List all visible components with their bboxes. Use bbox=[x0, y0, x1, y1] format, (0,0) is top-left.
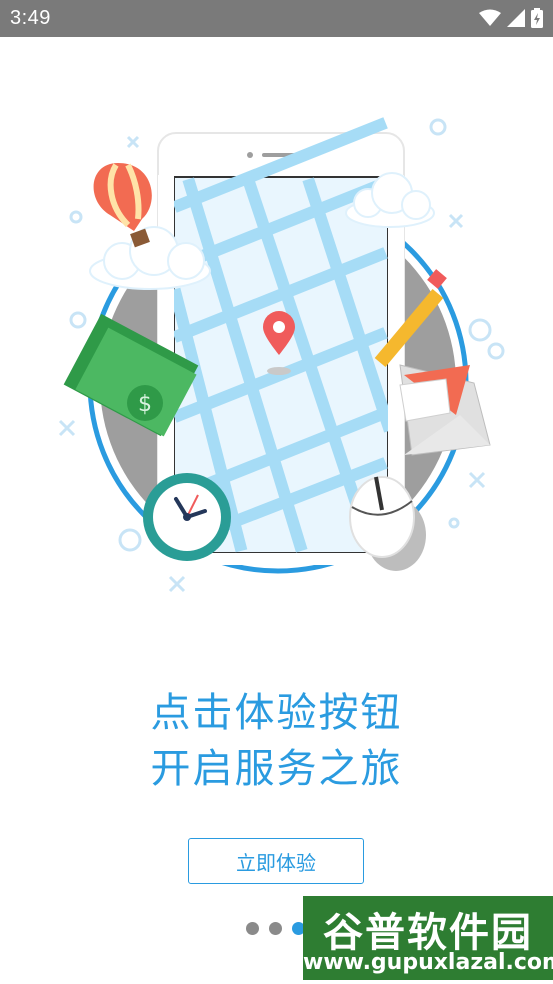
status-bar: 3:49 bbox=[0, 0, 553, 37]
phone-camera bbox=[247, 152, 253, 158]
status-time: 3:49 bbox=[10, 7, 51, 29]
headline-line-1: 点击体验按钮 bbox=[150, 690, 403, 736]
page-dot-1[interactable] bbox=[246, 922, 259, 935]
watermark-url: www.gupuxlazal.com bbox=[303, 950, 553, 975]
status-icons bbox=[479, 8, 543, 28]
try-now-button[interactable]: 立即体验 bbox=[188, 838, 364, 884]
watermark-logo: 谷普软件园 www.gupuxlazal.com bbox=[303, 896, 553, 980]
battery-icon bbox=[531, 8, 543, 28]
envelope-icon bbox=[399, 364, 491, 456]
cellular-signal-icon bbox=[507, 9, 525, 27]
svg-text:$: $ bbox=[138, 392, 152, 417]
headline-line-2: 开启服务之旅 bbox=[150, 746, 403, 792]
onboarding-illustration: $ bbox=[58, 117, 505, 593]
page-indicator bbox=[246, 922, 305, 935]
wifi-icon bbox=[479, 9, 501, 26]
page-dot-2[interactable] bbox=[269, 922, 282, 935]
clock-icon bbox=[143, 473, 231, 561]
hot-air-balloon-icon bbox=[93, 163, 152, 248]
